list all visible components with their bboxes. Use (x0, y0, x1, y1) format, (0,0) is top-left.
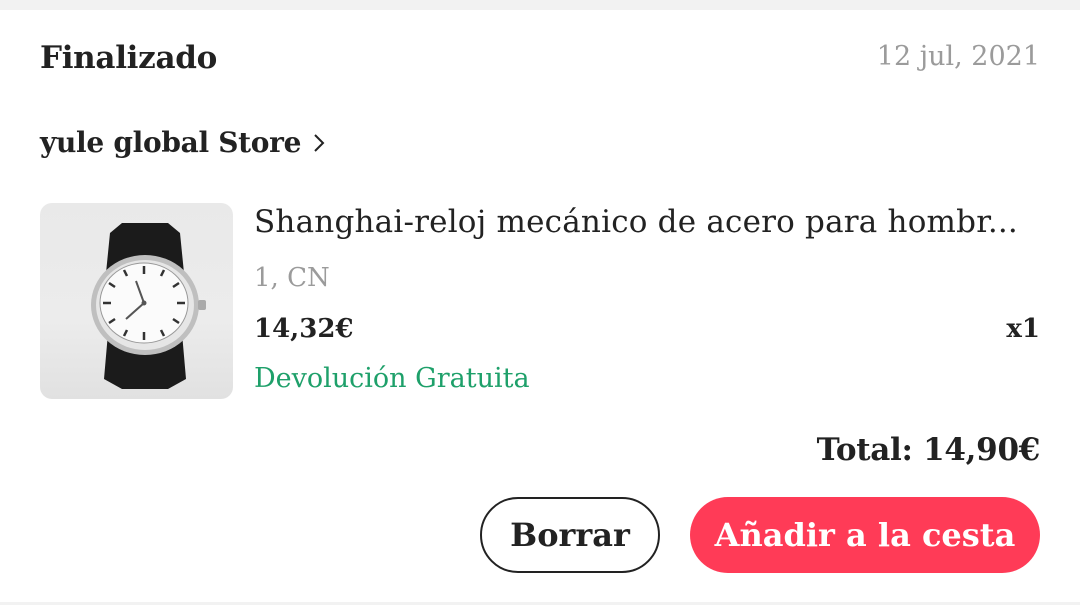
watch-image (91, 223, 206, 389)
product-title[interactable]: Shanghai-reloj mecánico de acero para ho… (254, 204, 1040, 240)
order-date: 12 jul, 2021 (876, 41, 1040, 72)
order-total: Total: 14,90€ (816, 432, 1041, 468)
product-image[interactable] (40, 203, 233, 399)
free-return-label: Devolución Gratuita (254, 363, 530, 394)
add-to-cart-button[interactable]: Añadir a la cesta (690, 497, 1040, 573)
delete-button[interactable]: Borrar (480, 497, 660, 573)
store-name: yule global Store (40, 126, 302, 159)
store-link[interactable]: yule global Store (40, 126, 327, 159)
product-variant: 1, CN (254, 263, 330, 293)
order-status: Finalizado (40, 40, 218, 76)
product-price: 14,32€ (254, 314, 354, 344)
chevron-right-icon (311, 131, 327, 155)
product-quantity: x1 (1006, 314, 1040, 344)
order-card: Finalizado 12 jul, 2021 yule global Stor… (0, 10, 1080, 602)
